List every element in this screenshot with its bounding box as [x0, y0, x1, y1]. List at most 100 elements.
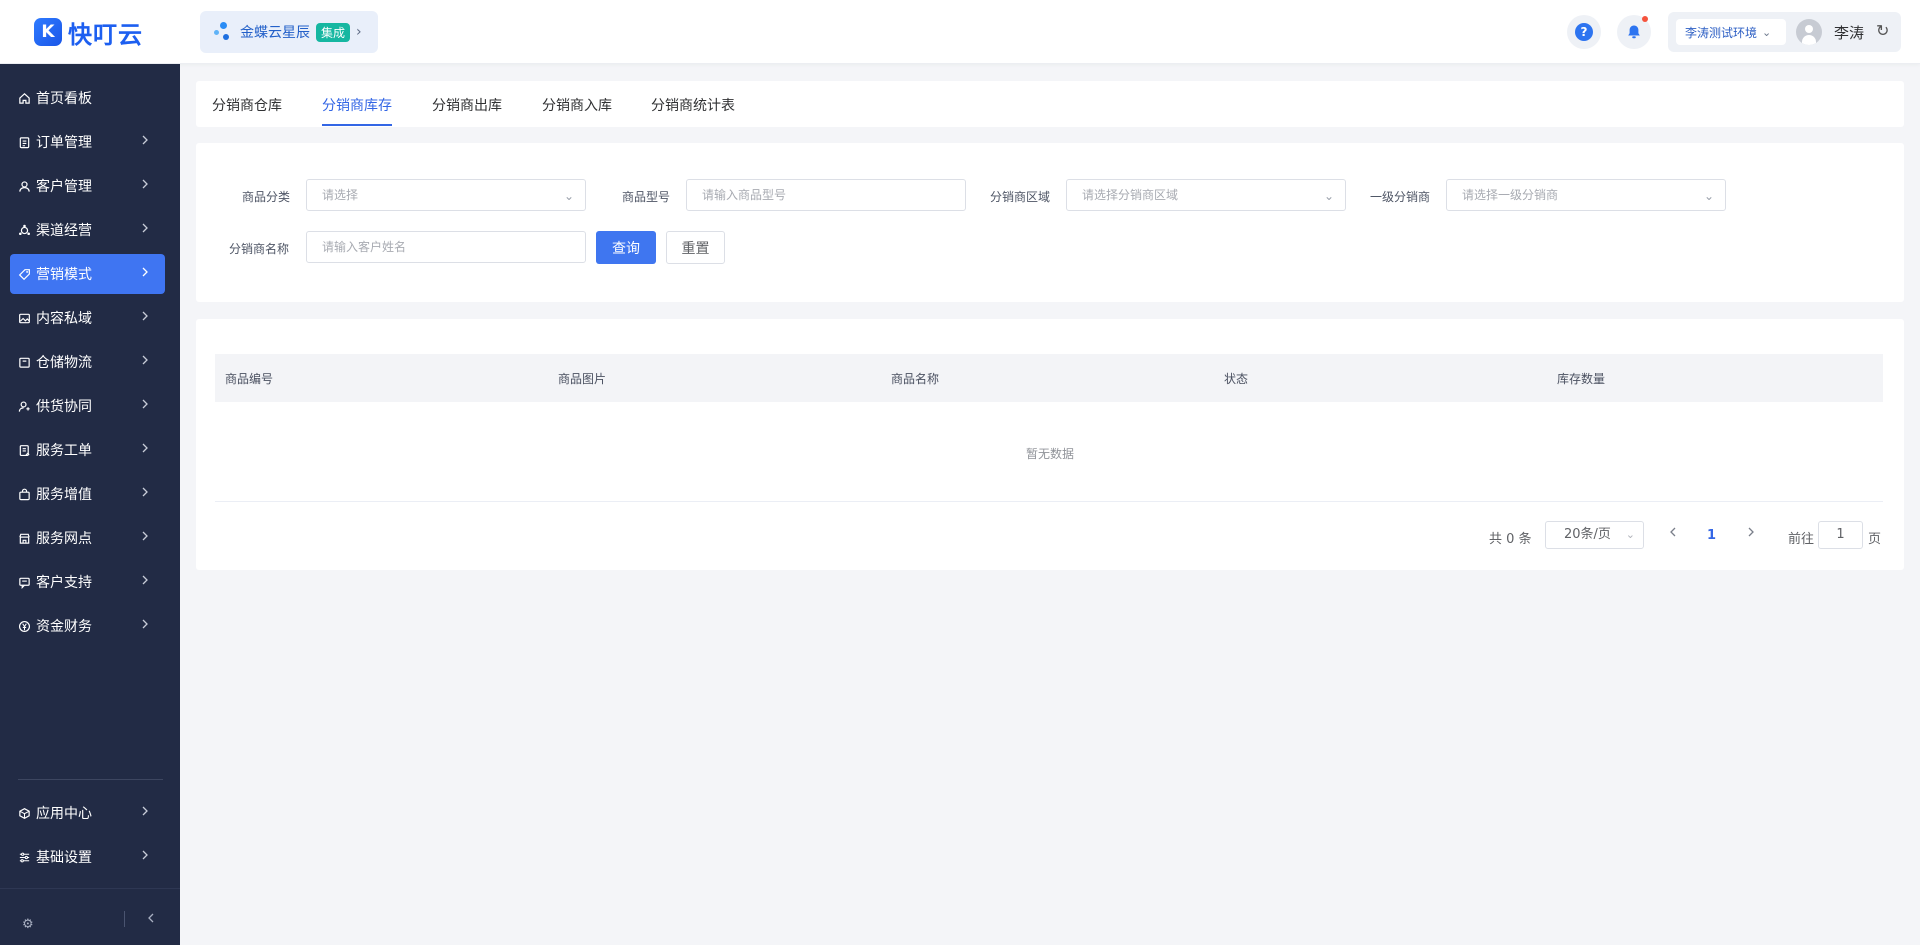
empty-state-text: 暂无数据: [1025, 447, 1074, 461]
column-header: 状态: [1224, 372, 1249, 386]
sidebar-item-label: 仓储物流: [36, 355, 92, 371]
support-icon: [17, 575, 31, 589]
chevron-right-icon: [139, 134, 153, 148]
chevron-right-icon: [139, 266, 153, 280]
sidebar-item-label: 基础设置: [36, 850, 92, 866]
sidebar-item-value-added[interactable]: 服务增值: [10, 474, 165, 514]
page-size-select[interactable]: 20条/页 ⌄: [1545, 521, 1644, 549]
next-page-button[interactable]: [1745, 526, 1757, 542]
logo[interactable]: K 快叮云: [34, 17, 143, 49]
sidebar-item-customer-support[interactable]: 客户支持: [10, 562, 165, 602]
app-name: 金蝶云星辰: [240, 25, 310, 41]
chevron-right-icon: [139, 486, 153, 500]
avatar[interactable]: [1796, 19, 1822, 45]
sidebar-item-label: 应用中心: [36, 806, 92, 822]
category-select[interactable]: 请选择 ⌄: [306, 179, 586, 211]
chevron-down-icon: ⌄: [1762, 25, 1772, 39]
sidebar-item-finance[interactable]: 资金财务: [10, 606, 165, 646]
page-suffix: 页: [1868, 532, 1882, 547]
sidebar-item-label: 客户管理: [36, 179, 92, 195]
distributor-name-label: 分销商名称: [229, 242, 290, 256]
sidebar-item-orders[interactable]: 订单管理: [10, 122, 165, 162]
tab-bar: 分销商仓库 分销商库存 分销商出库 分销商入库 分销商统计表: [196, 81, 1904, 127]
help-button[interactable]: ?: [1567, 15, 1601, 49]
level1-distributor-select[interactable]: 请选择一级分销商 ⌄: [1446, 179, 1726, 211]
active-tab-indicator: [322, 124, 392, 126]
notification-button[interactable]: [1617, 15, 1651, 49]
sidebar-item-basic-settings[interactable]: 基础设置: [10, 837, 165, 877]
chevron-right-icon: [139, 178, 153, 192]
logo-text: 快叮云: [68, 20, 143, 49]
chevron-down-icon: ⌄: [1625, 528, 1635, 541]
level1-distributor-label: 一级分销商: [1370, 190, 1431, 204]
inventory-table-panel: 商品编号 商品图片 商品名称 状态 库存数量 暂无数据: [196, 319, 1904, 570]
cube-icon: [17, 806, 31, 820]
sidebar-item-warehouse[interactable]: 仓储物流: [10, 342, 165, 382]
sliders-icon: [17, 850, 31, 864]
sidebar-item-label: 服务工单: [36, 443, 92, 459]
clipboard-icon: [17, 135, 31, 149]
sidebar-item-marketing[interactable]: 营销模式: [10, 254, 165, 294]
refresh-icon[interactable]: ↻: [1876, 21, 1889, 40]
sidebar-item-supply[interactable]: 供货协同: [10, 386, 165, 426]
goto-page-input[interactable]: 1: [1818, 521, 1863, 549]
bell-icon: [1628, 25, 1640, 39]
sidebar-item-label: 资金财务: [36, 619, 92, 635]
distributor-name-input[interactable]: 请输入客户姓名: [306, 231, 586, 263]
sidebar-item-label: 客户支持: [36, 575, 92, 591]
sidebar-item-app-center[interactable]: 应用中心: [10, 793, 165, 833]
table-header: 商品编号 商品图片 商品名称 状态 库存数量: [215, 354, 1883, 402]
ticket-icon: [17, 443, 31, 457]
page-number[interactable]: 1: [1707, 528, 1716, 543]
chevron-down-icon: ⌄: [563, 189, 574, 203]
integration-app-switcher[interactable]: 金蝶云星辰 集成 ›: [200, 11, 378, 53]
sidebar-footer-divider: [0, 888, 180, 889]
column-header: 商品名称: [891, 372, 940, 386]
sidebar-item-label: 首页看板: [36, 91, 92, 107]
tab-distributor-inbound[interactable]: 分销商入库: [542, 95, 612, 115]
environment-select[interactable]: 李涛测试环境 ⌄: [1676, 19, 1786, 45]
chevron-right-icon: [139, 354, 153, 368]
logo-mark-icon: K: [34, 18, 62, 46]
tab-distributor-statistics[interactable]: 分销商统计表: [651, 95, 735, 115]
chevron-right-icon: [139, 530, 153, 544]
sidebar-item-customers[interactable]: 客户管理: [10, 166, 165, 206]
category-placeholder: 请选择: [322, 188, 359, 202]
chevron-down-icon: ⌄: [1323, 189, 1334, 203]
sidebar-item-dashboard[interactable]: 首页看板: [10, 78, 165, 118]
tab-distributor-warehouse[interactable]: 分销商仓库: [212, 95, 282, 115]
query-button[interactable]: 查询: [596, 231, 656, 264]
model-input[interactable]: 请输入商品型号: [686, 179, 966, 211]
table-bottom-border: [215, 501, 1883, 502]
supplier-icon: [17, 399, 31, 413]
filter-panel: 商品分类 请选择 ⌄ 商品型号 请输入商品型号 分销商区域 请选择分销商区域 ⌄…: [196, 143, 1904, 302]
region-select[interactable]: 请选择分销商区域 ⌄: [1066, 179, 1346, 211]
collapse-sidebar-icon[interactable]: [145, 912, 157, 928]
level1-placeholder: 请选择一级分销商: [1462, 188, 1559, 202]
box-icon: [17, 355, 31, 369]
pagination-total: 共 0 条: [1489, 532, 1532, 547]
chevron-right-icon: [139, 805, 153, 819]
sidebar-item-label: 营销模式: [36, 267, 92, 283]
chevron-right-icon: [1748, 527, 1754, 537]
user-area: 李涛测试环境 ⌄ 李涛 ↻: [1668, 12, 1901, 52]
reset-button[interactable]: 重置: [666, 231, 725, 264]
chevron-right-icon: [139, 310, 153, 324]
user-name[interactable]: 李涛: [1834, 22, 1864, 43]
home-icon: [17, 91, 31, 105]
chevron-right-icon: [139, 222, 153, 236]
sidebar-item-label: 服务增值: [36, 487, 92, 503]
sidebar-item-service-tickets[interactable]: 服务工单: [10, 430, 165, 470]
sidebar: 首页看板 订单管理 客户管理 渠道经营 营销模式 内容私域 仓储物流 供货协同 …: [0, 64, 180, 945]
sidebar-item-channels[interactable]: 渠道经营: [10, 210, 165, 250]
settings-gear-icon[interactable]: ⚙: [22, 917, 34, 932]
sidebar-item-content[interactable]: 内容私域: [10, 298, 165, 338]
sidebar-divider: [18, 779, 163, 780]
region-placeholder: 请选择分销商区域: [1082, 188, 1179, 202]
tab-distributor-inventory[interactable]: 分销商库存: [322, 95, 392, 115]
prev-page-button[interactable]: [1667, 526, 1679, 542]
column-header: 库存数量: [1557, 372, 1606, 386]
tab-distributor-outbound[interactable]: 分销商出库: [432, 95, 502, 115]
sidebar-item-service-outlets[interactable]: 服务网点: [10, 518, 165, 558]
store-icon: [17, 531, 31, 545]
